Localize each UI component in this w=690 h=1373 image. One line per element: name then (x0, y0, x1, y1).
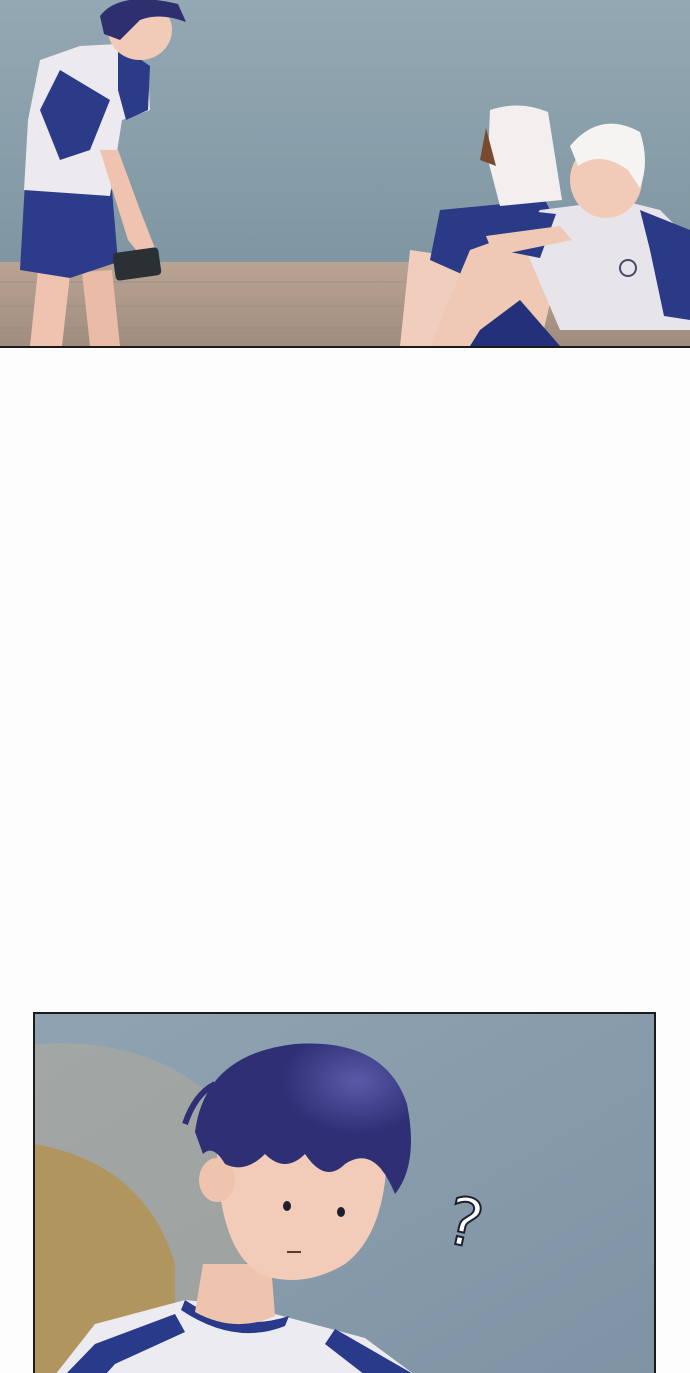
comic-panel-1 (0, 0, 690, 348)
comic-panel-2: ? (33, 1012, 656, 1373)
panel-gutter (0, 348, 690, 1012)
left-eye (283, 1201, 291, 1211)
panel-2-illustration: ? (35, 1014, 654, 1373)
right-eye (337, 1207, 345, 1217)
panel-1-illustration (0, 0, 690, 346)
